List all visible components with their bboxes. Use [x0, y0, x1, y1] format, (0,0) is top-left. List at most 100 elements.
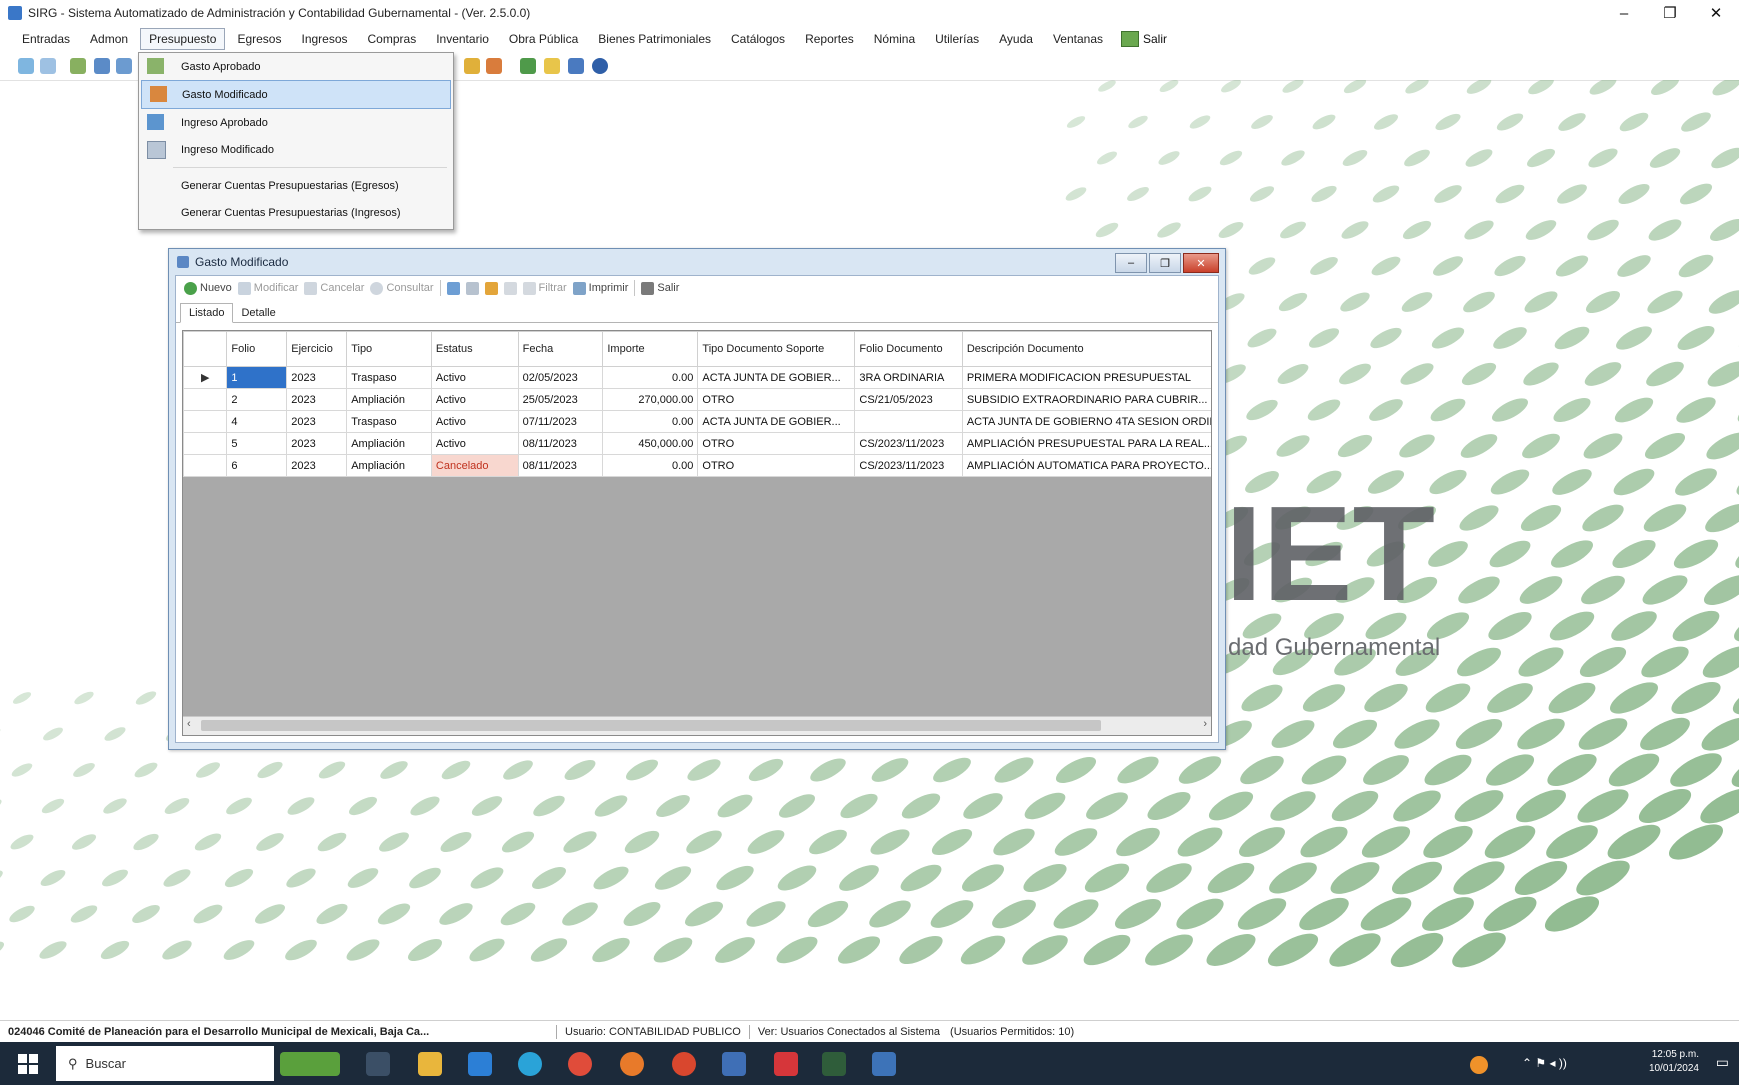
child-maximize-button[interactable]: ❐	[1149, 253, 1181, 273]
cell-descripcion[interactable]: AMPLIACIÓN PRESUPUESTAL PARA LA REAL...	[961, 432, 1211, 455]
scroll-left-icon[interactable]: ‹	[187, 718, 191, 730]
column-header[interactable]: Tipo Documento Soporte	[697, 331, 856, 367]
cell-tipo[interactable]: Ampliación	[346, 388, 432, 411]
menu-inventario[interactable]: Inventario	[428, 29, 497, 49]
tab-detalle[interactable]: Detalle	[233, 304, 283, 322]
windows-start-icon[interactable]	[18, 1054, 38, 1074]
cell-estatus[interactable]: Activo	[430, 388, 519, 411]
cell-ejercicio[interactable]: 2023	[286, 454, 348, 477]
cell-descripcion[interactable]: ACTA JUNTA DE GOBIERNO 4TA SESION ORDIN.…	[961, 410, 1211, 433]
table-row[interactable]: ▶ 1 2023 Traspaso Activo 02/05/2023 0.00…	[183, 366, 1211, 389]
horizontal-scrollbar[interactable]: ‹ ›	[183, 716, 1211, 735]
cell-folio[interactable]: 1	[226, 366, 288, 389]
notification-badge-icon[interactable]	[1470, 1056, 1488, 1074]
cell-tipo[interactable]: Ampliación	[346, 432, 432, 455]
cell-fecha[interactable]: 08/11/2023	[517, 454, 604, 477]
table-row[interactable]: 5 2023 Ampliación Activo 08/11/2023 450,…	[183, 432, 1211, 455]
refresh-icon[interactable]	[18, 58, 34, 74]
cell-ejercicio[interactable]: 2023	[286, 432, 348, 455]
salir-button[interactable]: Salir	[641, 281, 679, 295]
menu-nomina[interactable]: Nómina	[866, 29, 923, 49]
row-selector[interactable]	[183, 410, 228, 433]
menu-entradas[interactable]: Entradas	[14, 29, 78, 49]
cell-tipo-documento[interactable]: ACTA JUNTA DE GOBIER...	[697, 410, 856, 433]
menu-ingreso-aprobado[interactable]: Ingreso Aprobado	[139, 109, 453, 136]
column-header[interactable]: Ejercicio	[286, 331, 348, 367]
firefox-icon[interactable]	[620, 1052, 644, 1076]
column-header[interactable]: Folio	[226, 331, 288, 367]
cell-ejercicio[interactable]: 2023	[286, 388, 348, 411]
nuevo-button[interactable]: Nuevo	[184, 281, 232, 295]
row-selector[interactable]	[183, 432, 228, 455]
taskbar-search[interactable]: ⚲ Buscar	[56, 1046, 274, 1081]
cell-estatus[interactable]: Activo	[430, 366, 519, 389]
menu-obra-publica[interactable]: Obra Pública	[501, 29, 586, 49]
money-icon[interactable]	[70, 58, 86, 74]
calculator-app-icon[interactable]	[722, 1052, 746, 1076]
menu-catalogos[interactable]: Catálogos	[723, 29, 793, 49]
cell-folio-documento[interactable]	[854, 410, 963, 433]
cell-importe[interactable]: 0.00	[602, 410, 699, 433]
file-explorer-icon[interactable]	[418, 1052, 442, 1076]
cell-folio-documento[interactable]: CS/21/05/2023	[854, 388, 963, 411]
table-row[interactable]: 4 2023 Traspaso Activo 07/11/2023 0.00 A…	[183, 410, 1211, 433]
edge-icon[interactable]	[518, 1052, 542, 1076]
cell-fecha[interactable]: 07/11/2023	[517, 410, 604, 433]
cell-folio[interactable]: 5	[226, 432, 288, 455]
cell-fecha[interactable]: 02/05/2023	[517, 366, 604, 389]
grid-button[interactable]	[465, 281, 479, 295]
pdf-icon[interactable]	[774, 1052, 798, 1076]
menu-ingresos[interactable]: Ingresos	[293, 29, 355, 49]
tools-icon[interactable]	[464, 58, 480, 74]
column-header[interactable]: Estatus	[430, 331, 519, 367]
child-close-button[interactable]: ✕	[1183, 253, 1219, 273]
cell-folio[interactable]: 2	[226, 388, 288, 411]
imprimir-button[interactable]: Imprimir	[572, 281, 628, 295]
maximize-button[interactable]: ❐	[1647, 0, 1693, 26]
column-header[interactable]: Descripción Documento	[961, 331, 1211, 367]
column-header[interactable]: Folio Documento	[854, 331, 963, 367]
menu-generar-egresos[interactable]: Generar Cuentas Presupuestarias (Egresos…	[139, 172, 453, 199]
cell-tipo-documento[interactable]: ACTA JUNTA DE GOBIER...	[697, 366, 856, 389]
cell-fecha[interactable]: 25/05/2023	[517, 388, 604, 411]
menu-utilerias[interactable]: Utilerías	[927, 29, 987, 49]
menu-ingreso-modificado[interactable]: Ingreso Modificado	[139, 136, 453, 163]
cell-importe[interactable]: 0.00	[602, 454, 699, 477]
calendar-icon[interactable]	[116, 58, 132, 74]
coin-icon[interactable]	[544, 58, 560, 74]
tray-icons[interactable]: ⌃ ⚑ ◂ ))	[1522, 1056, 1567, 1070]
cell-estatus[interactable]: Cancelado	[430, 454, 519, 477]
menu-salir[interactable]: Salir	[1115, 28, 1173, 50]
mail-icon[interactable]	[468, 1052, 492, 1076]
cell-descripcion[interactable]: SUBSIDIO EXTRAORDINARIO PARA CUBRIR...	[961, 388, 1211, 411]
cell-tipo-documento[interactable]: OTRO	[697, 454, 856, 477]
cell-tipo[interactable]: Ampliación	[346, 454, 432, 477]
app-red-icon[interactable]	[672, 1052, 696, 1076]
close-button[interactable]: ✕	[1693, 0, 1739, 26]
cell-tipo-documento[interactable]: OTRO	[697, 388, 856, 411]
cell-fecha[interactable]: 08/11/2023	[517, 432, 604, 455]
filtrar-button[interactable]: Filtrar	[522, 281, 567, 295]
cell-estatus[interactable]: Activo	[430, 432, 519, 455]
users-icon[interactable]	[486, 58, 502, 74]
sirg-app-icon[interactable]	[822, 1052, 846, 1076]
menu-egresos[interactable]: Egresos	[229, 29, 289, 49]
modificar-button[interactable]: Modificar	[237, 281, 298, 295]
cell-folio-documento[interactable]: CS/2023/11/2023	[854, 454, 963, 477]
menu-admon[interactable]: Admon	[82, 29, 136, 49]
cancelar-button[interactable]: Cancelar	[304, 281, 364, 295]
menu-gasto-modificado[interactable]: Gasto Modificado	[141, 80, 451, 109]
scrollbar-thumb[interactable]	[201, 720, 1101, 731]
menu-ventanas[interactable]: Ventanas	[1045, 29, 1111, 49]
cell-descripcion[interactable]: AMPLIACIÓN AUTOMATICA PARA PROYECTO...	[961, 454, 1211, 477]
status-connected-users[interactable]: Ver: Usuarios Conectados al Sistema	[758, 1026, 940, 1038]
report-icon[interactable]	[568, 58, 584, 74]
chart-icon[interactable]	[520, 58, 536, 74]
child-minimize-button[interactable]: –	[1115, 253, 1147, 273]
cell-folio[interactable]: 6	[226, 454, 288, 477]
cell-importe[interactable]: 450,000.00	[602, 432, 699, 455]
row-selector[interactable]: ▶	[183, 366, 228, 389]
menu-ayuda[interactable]: Ayuda	[991, 29, 1041, 49]
cell-tipo-documento[interactable]: OTRO	[697, 432, 856, 455]
cell-ejercicio[interactable]: 2023	[286, 366, 348, 389]
